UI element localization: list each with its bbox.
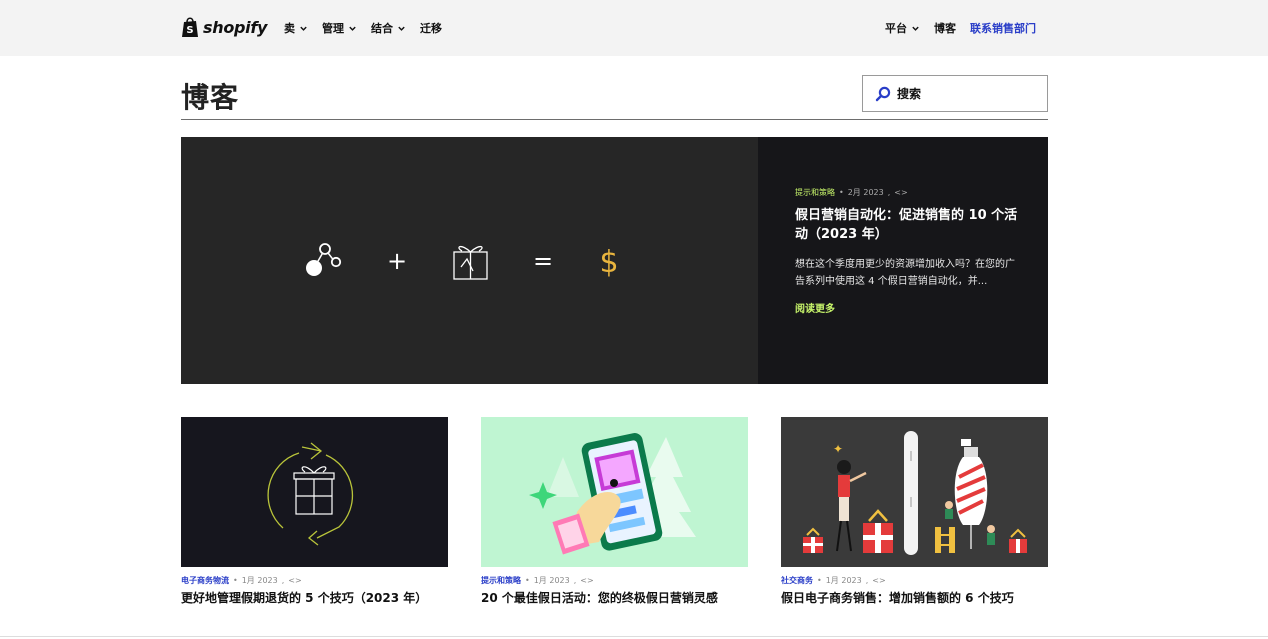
nav-migrate-label: 迁移: [420, 22, 442, 35]
shopify-logo[interactable]: S shopify: [181, 16, 267, 38]
gift-box: [863, 509, 893, 553]
post-category[interactable]: 提示和策略: [481, 575, 521, 586]
read-more-link[interactable]: 阅读更多: [795, 300, 835, 315]
chevron-down-icon: [349, 26, 356, 31]
workflow-nodes-icon: [306, 243, 342, 276]
featured-post-image[interactable]: + = $: [181, 137, 758, 384]
search-icon: [875, 86, 891, 101]
featured-post-title[interactable]: 假日营销自动化：促进销售的 10 个活动（2023 年）: [795, 206, 1024, 244]
post-category[interactable]: 社交商务: [781, 575, 813, 586]
nav-migrate[interactable]: 迁移: [420, 20, 442, 36]
plus-sign: +: [387, 247, 407, 275]
search-box[interactable]: [862, 75, 1048, 112]
automation-equation-illustration: + = $: [306, 243, 619, 280]
post-meta: 社交商务 • 1月 2023 , <>: [781, 575, 1048, 586]
holiday-shopping-illustration: ✦: [803, 431, 1027, 555]
equals-sign: =: [533, 247, 553, 275]
meta-dot: •: [525, 576, 530, 585]
header-divider: [181, 119, 1048, 120]
post-card-image[interactable]: [181, 417, 448, 567]
gift-icon: [293, 466, 335, 515]
holiday-phone-illustration: [529, 433, 696, 555]
top-navigation: S shopify 卖 管理 结合 迁移 平台 博客 联系销售部门: [0, 0, 1268, 56]
meta-comma: ,: [865, 576, 869, 585]
post-date: 1月 2023: [533, 576, 570, 585]
gift-box: [1009, 528, 1027, 553]
featured-post[interactable]: + = $ 提示和策略 • 2月 2023 , <> 假日营销自动化：促进销售的…: [181, 137, 1048, 384]
shopify-bag-icon: S: [182, 17, 198, 37]
meta-dot: •: [839, 188, 844, 197]
post-meta: 提示和策略 • 1月 2023 , <>: [481, 575, 748, 586]
nav-sell[interactable]: 卖: [284, 20, 308, 36]
post-meta: 提示和策略 • 2月 2023 , <>: [795, 187, 1024, 198]
post-title[interactable]: 更好地管理假期退货的 5 个技巧（2023 年）: [181, 589, 448, 606]
gift-return-illustration: [267, 442, 354, 546]
post-card[interactable]: 电子商务物流 • 1月 2023 , <> 更好地管理假期退货的 5 个技巧（2…: [181, 417, 448, 606]
chevron-down-icon: [912, 26, 919, 31]
chevron-down-icon: [300, 26, 307, 31]
post-extra: <>: [894, 188, 908, 197]
nav-integrate[interactable]: 结合: [371, 20, 406, 36]
nav-manage-label: 管理: [322, 22, 344, 35]
secondary-nav: 平台 博客 联系销售部门: [885, 20, 1036, 36]
meta-dot: •: [817, 576, 822, 585]
brand-name: shopify: [203, 17, 268, 37]
chevron-down-icon: [398, 26, 405, 31]
main-nav: 卖 管理 结合 迁移: [284, 20, 442, 36]
nav-contact-sales[interactable]: 联系销售部门: [970, 20, 1036, 36]
page-title: 博客: [181, 81, 240, 114]
post-meta: 电子商务物流 • 1月 2023 , <>: [181, 575, 448, 586]
meta-dot: •: [233, 576, 238, 585]
svg-text:S: S: [186, 25, 193, 36]
post-extra: <>: [288, 576, 302, 585]
featured-post-excerpt: 想在这个季度用更少的资源增加收入吗？在您的广告系列中使用这 4 个假日营销自动化…: [795, 259, 1015, 287]
search-input[interactable]: [897, 86, 1027, 101]
post-category[interactable]: 电子商务物流: [181, 575, 229, 586]
dollar-sign: $: [599, 245, 618, 280]
post-category[interactable]: 提示和策略: [795, 187, 835, 198]
post-extra: <>: [580, 576, 594, 585]
footer-divider: [0, 636, 1268, 637]
nav-sell-label: 卖: [284, 22, 295, 35]
nav-integrate-label: 结合: [371, 22, 393, 35]
post-extra: <>: [872, 576, 886, 585]
meta-comma: ,: [573, 576, 577, 585]
post-card-image[interactable]: ✦: [781, 417, 1048, 567]
post-date: 1月 2023: [825, 576, 862, 585]
nav-platform-label: 平台: [885, 22, 907, 35]
meta-comma: ,: [887, 188, 891, 197]
nav-blog[interactable]: 博客: [934, 20, 956, 36]
meta-comma: ,: [281, 576, 285, 585]
nav-platform[interactable]: 平台: [885, 20, 920, 36]
post-title[interactable]: 20 个最佳假日活动：您的终极假日营销灵感: [481, 589, 748, 606]
post-card[interactable]: 提示和策略 • 1月 2023 , <> 20 个最佳假日活动：您的终极假日营销…: [481, 417, 748, 606]
post-date: 1月 2023: [241, 576, 278, 585]
svg-text:✦: ✦: [833, 442, 843, 456]
post-card-image[interactable]: [481, 417, 748, 567]
nav-manage[interactable]: 管理: [322, 20, 357, 36]
post-title[interactable]: 假日电子商务销售：增加销售额的 6 个技巧: [781, 589, 1048, 606]
featured-post-text: 提示和策略 • 2月 2023 , <> 假日营销自动化：促进销售的 10 个活…: [758, 137, 1048, 384]
post-date: 2月 2023: [847, 188, 884, 197]
gift-icon: [453, 245, 488, 280]
gift-box: [803, 527, 823, 553]
post-card[interactable]: ✦ 社交商务 • 1月 2023 , <> 假日电子商务销售：增加销售额的 6 …: [781, 417, 1048, 606]
